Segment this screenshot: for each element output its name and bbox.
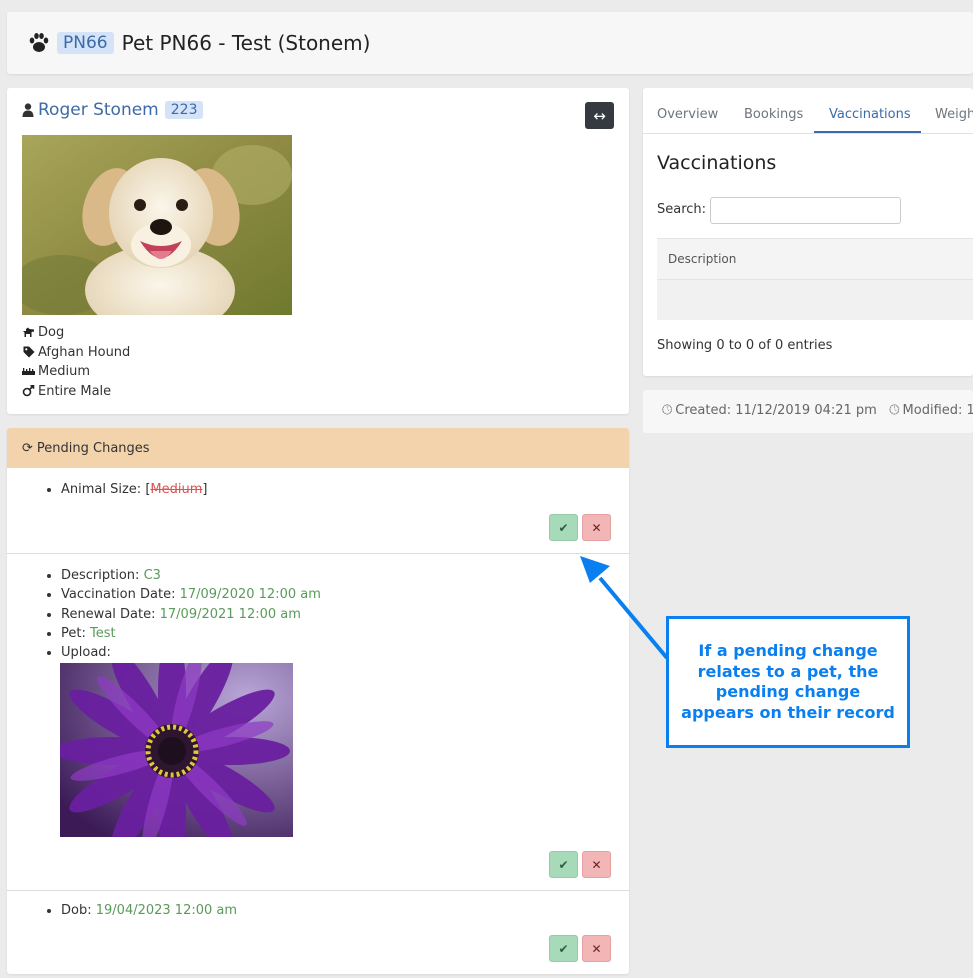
column-header-label: Description bbox=[668, 252, 737, 266]
change-field: Animal Size: [Medium] bbox=[61, 480, 207, 499]
tab-overview[interactable]: Overview bbox=[657, 107, 718, 122]
tab-bookings[interactable]: Bookings bbox=[744, 107, 803, 122]
table-info: Showing 0 to 0 of 0 entries bbox=[657, 338, 833, 353]
pet-code-badge: PN66 bbox=[57, 32, 114, 54]
owner-line: Roger Stonem 223 bbox=[22, 100, 204, 120]
field-value: C3 bbox=[143, 568, 161, 583]
pending-change-item: Description: C3 Vaccination Date: 17/09/… bbox=[7, 554, 629, 891]
swap-button[interactable]: ↔ bbox=[585, 102, 614, 129]
field-label: Pet: bbox=[61, 625, 86, 641]
close-icon: ✕ bbox=[591, 520, 602, 535]
approve-button[interactable]: ✔ bbox=[549, 935, 578, 962]
page-header: PN66 Pet PN66 - Test (Stonem) bbox=[7, 12, 973, 74]
bracket-close: ] bbox=[202, 482, 208, 497]
sex-row: Entire Male bbox=[22, 382, 130, 402]
pet-details-list: Dog Afghan Hound Medium Entire Male bbox=[22, 323, 130, 401]
owner-name-link[interactable]: Roger Stonem bbox=[38, 100, 159, 120]
field-label: Vaccination Date: bbox=[61, 587, 176, 603]
pending-change-item: Dob: 19/04/2023 12:00 am ✔ ✕ bbox=[7, 891, 629, 974]
reject-button[interactable]: ✕ bbox=[582, 935, 611, 962]
search-input[interactable] bbox=[710, 197, 901, 224]
change-field-list: Dob: 19/04/2023 12:00 am bbox=[61, 901, 237, 920]
created-text: Created: 11/12/2019 04:21 pm bbox=[675, 403, 877, 418]
change-field: Description: C3 bbox=[61, 566, 321, 585]
dog-icon bbox=[22, 327, 35, 338]
clock-icon: 🕓︎ bbox=[889, 403, 900, 418]
species-row: Dog bbox=[22, 323, 130, 343]
annotation-text: If a pending change relates to a pet, th… bbox=[681, 641, 895, 722]
field-label: Dob: bbox=[61, 903, 92, 918]
modified-text: Modified: 19/1 bbox=[902, 403, 973, 418]
change-field-list: Description: C3 Vaccination Date: 17/09/… bbox=[60, 566, 321, 838]
tab-weight[interactable]: Weigh bbox=[935, 107, 973, 122]
uploaded-image bbox=[60, 663, 293, 838]
change-actions: ✔ ✕ bbox=[549, 851, 611, 878]
annotation-callout: If a pending change relates to a pet, th… bbox=[666, 616, 910, 748]
ruler-icon bbox=[22, 368, 35, 376]
clock-icon: 🕓︎ bbox=[662, 403, 673, 418]
field-value: 17/09/2020 12:00 am bbox=[179, 587, 321, 603]
page-title: Pet PN66 - Test (Stonem) bbox=[121, 31, 371, 55]
owner-id-badge: 223 bbox=[164, 101, 204, 119]
reject-button[interactable]: ✕ bbox=[582, 514, 611, 541]
change-field: Dob: 19/04/2023 12:00 am bbox=[61, 901, 237, 920]
field-label: Animal Size: bbox=[61, 482, 142, 497]
tab-bar: Overview Bookings Vaccinations Weigh bbox=[643, 88, 973, 134]
old-value: Medium bbox=[150, 482, 203, 497]
check-icon: ✔ bbox=[558, 857, 569, 872]
tag-icon bbox=[22, 346, 35, 358]
change-field: Renewal Date: 17/09/2021 12:00 am bbox=[61, 605, 321, 624]
close-icon: ✕ bbox=[591, 941, 602, 956]
breed-row: Afghan Hound bbox=[22, 343, 130, 363]
field-label: Renewal Date: bbox=[61, 606, 156, 622]
change-actions: ✔ ✕ bbox=[549, 514, 611, 541]
sync-icon: ⟳ bbox=[22, 440, 33, 456]
close-icon: ✕ bbox=[591, 857, 602, 872]
person-icon bbox=[22, 103, 34, 117]
species-text: Dog bbox=[38, 325, 65, 340]
pending-change-item: Animal Size: [Medium] ✔ ✕ bbox=[7, 468, 629, 554]
paw-icon bbox=[29, 33, 49, 52]
dog-photo bbox=[22, 135, 292, 315]
change-field: Pet: Test bbox=[61, 624, 321, 643]
change-field-list: Animal Size: [Medium] bbox=[61, 480, 207, 499]
field-value: 19/04/2023 12:00 am bbox=[95, 903, 238, 918]
record-tabs-card: Overview Bookings Vaccinations Weigh Vac… bbox=[643, 88, 973, 376]
size-row: Medium bbox=[22, 362, 130, 382]
pending-changes-header: ⟳ Pending Changes bbox=[7, 428, 629, 468]
record-meta: 🕓︎ Created: 11/12/2019 04:21 pm 🕓︎ Modifie… bbox=[643, 390, 973, 433]
vaccinations-heading: Vaccinations bbox=[657, 152, 777, 174]
change-actions: ✔ ✕ bbox=[549, 935, 611, 962]
field-label: Upload: bbox=[61, 645, 111, 661]
pet-profile-card: Roger Stonem 223 ↔ Dog Afghan Hound Medi… bbox=[7, 88, 629, 414]
column-header-description[interactable]: Description bbox=[657, 238, 973, 280]
reject-button[interactable]: ✕ bbox=[582, 851, 611, 878]
field-value: 17/09/2021 12:00 am bbox=[159, 606, 301, 622]
search-label: Search: bbox=[657, 202, 707, 217]
change-field: Upload: bbox=[60, 643, 321, 838]
arrows-horizontal-icon: ↔ bbox=[593, 106, 606, 125]
check-icon: ✔ bbox=[558, 941, 569, 956]
sex-text: Entire Male bbox=[38, 383, 112, 399]
empty-table-row bbox=[657, 280, 973, 320]
field-label: Description: bbox=[61, 568, 140, 583]
active-tab-indicator bbox=[814, 131, 921, 133]
approve-button[interactable]: ✔ bbox=[549, 514, 578, 541]
change-field: Vaccination Date: 17/09/2020 12:00 am bbox=[61, 585, 321, 604]
field-value: Test bbox=[90, 625, 116, 641]
breed-text: Afghan Hound bbox=[38, 344, 131, 360]
pending-changes-card: ⟳ Pending Changes Animal Size: [Medium] … bbox=[7, 428, 629, 974]
approve-button[interactable]: ✔ bbox=[549, 851, 578, 878]
size-text: Medium bbox=[38, 364, 90, 379]
pending-changes-title: Pending Changes bbox=[36, 440, 150, 456]
gender-icon bbox=[22, 385, 35, 397]
tab-vaccinations[interactable]: Vaccinations bbox=[829, 107, 911, 122]
check-icon: ✔ bbox=[558, 520, 569, 535]
